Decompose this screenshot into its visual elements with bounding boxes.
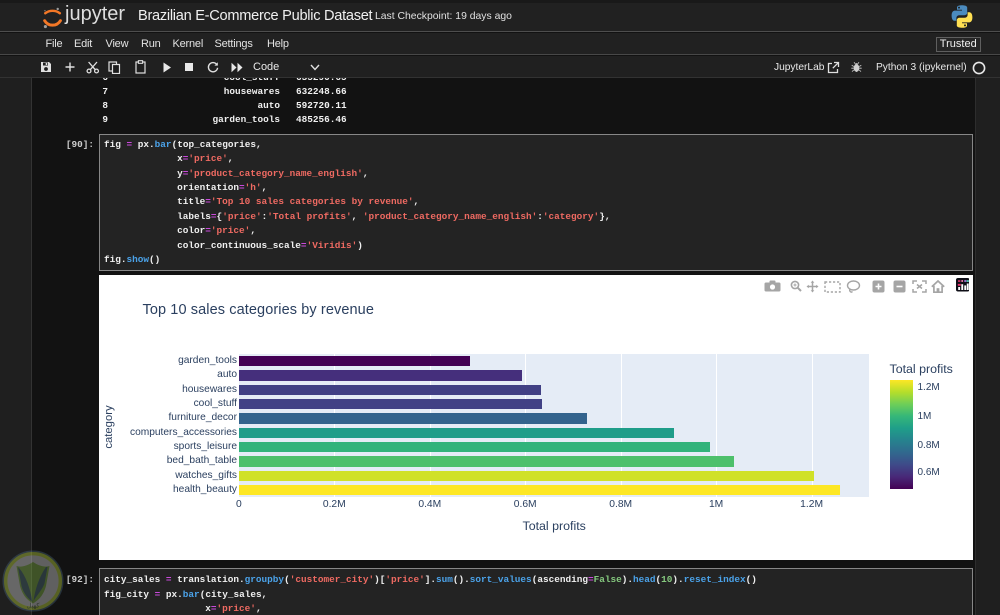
svg-text:كهيل: كهيل <box>27 602 41 610</box>
